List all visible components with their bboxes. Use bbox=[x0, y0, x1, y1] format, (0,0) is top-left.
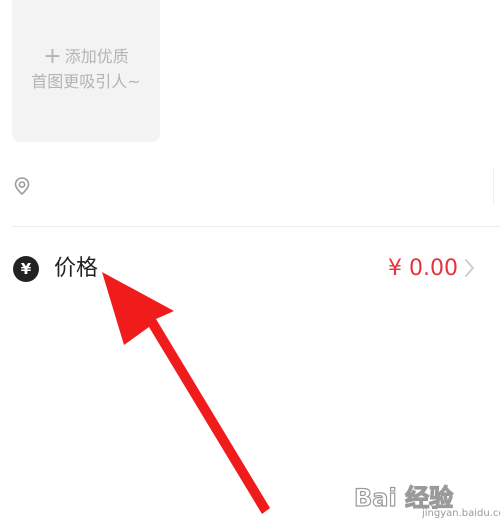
add-photo-hint-line1: + 添加优质 bbox=[43, 46, 128, 68]
plus-icon: + bbox=[43, 44, 62, 69]
watermark-url: jingyan.baidu.com bbox=[422, 508, 500, 519]
price-value[interactable]: ¥ 0.00 bbox=[388, 253, 458, 285]
add-photo-text: 添加优质 bbox=[64, 47, 129, 66]
baidu-jingyan-watermark: Bai 经验 jingyan.baidu.com bbox=[353, 478, 500, 522]
divider bbox=[12, 226, 500, 227]
price-label: 价格 bbox=[54, 256, 99, 281]
publish-page: + 添加优质 首图更吸引人~ ¥ 价格 ¥ 0.00 Bai 经验 jingya… bbox=[0, 0, 500, 530]
location-row[interactable] bbox=[0, 168, 500, 208]
panel-edge bbox=[493, 168, 500, 204]
add-cover-photo-button[interactable]: + 添加优质 首图更吸引人~ bbox=[12, 0, 160, 142]
yen-badge-icon: ¥ bbox=[13, 256, 39, 282]
location-pin-icon bbox=[14, 177, 30, 196]
add-photo-hint-line2: 首图更吸引人~ bbox=[31, 72, 141, 91]
price-row[interactable]: ¥ 价格 ¥ 0.00 bbox=[0, 248, 500, 292]
chevron-right-icon bbox=[465, 259, 474, 277]
